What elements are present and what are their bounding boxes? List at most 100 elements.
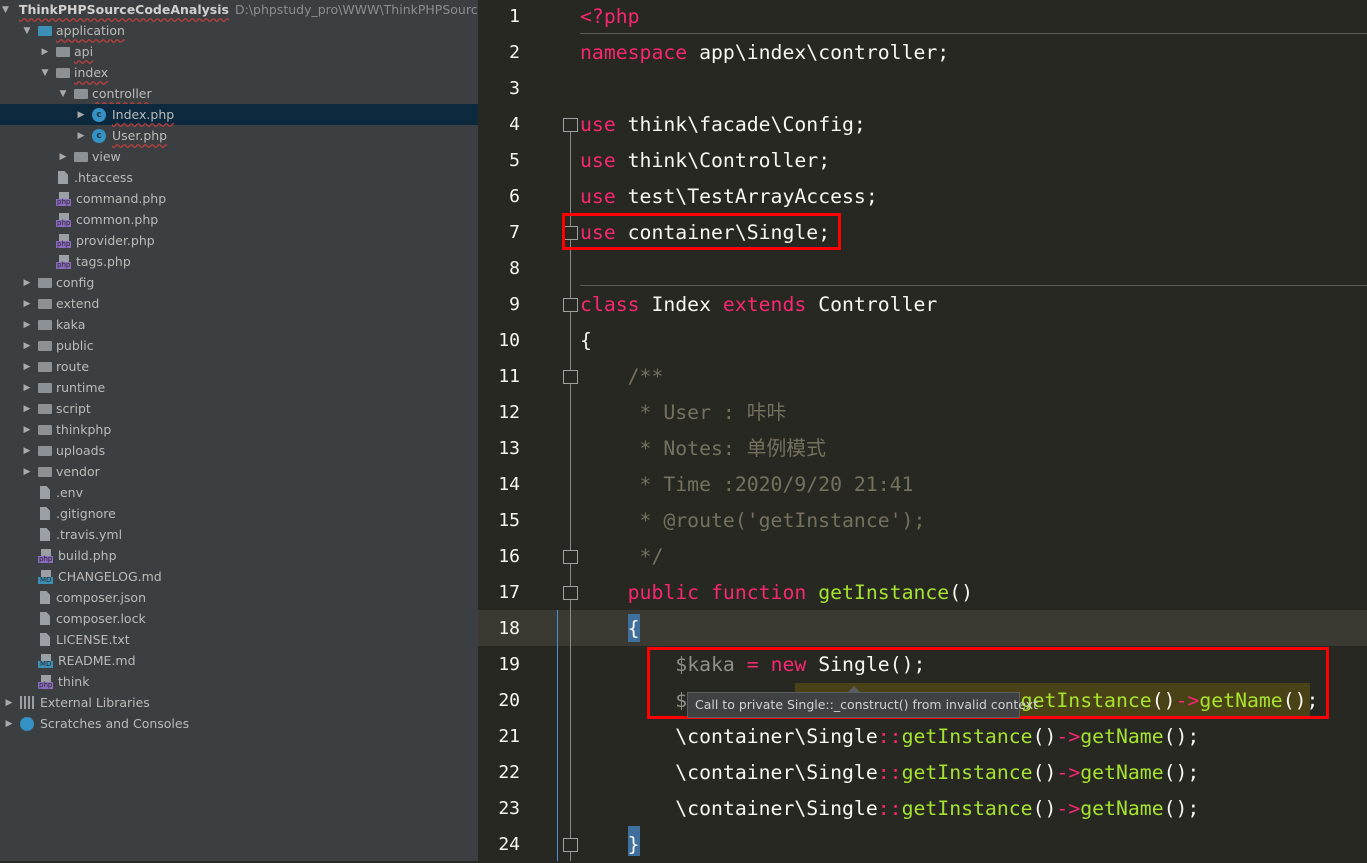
code-token: \container\Single — [580, 761, 878, 784]
tree-item[interactable]: ▶ extend — [0, 293, 478, 314]
expand-arrow-icon[interactable]: ▶ — [76, 110, 86, 120]
tree-item[interactable]: ▶ route — [0, 356, 478, 377]
tree-item[interactable]: ▶ runtime — [0, 377, 478, 398]
code-line[interactable]: { — [580, 611, 640, 647]
tree-item[interactable]: ▶ uploads — [0, 440, 478, 461]
tree-item[interactable]: CHANGELOG.md — [0, 566, 478, 587]
tree-item[interactable]: ▶ thinkphp — [0, 419, 478, 440]
collapse-arrow-icon[interactable]: ▼ — [22, 26, 32, 36]
expand-arrow-icon[interactable]: ▶ — [76, 131, 86, 141]
tree-item[interactable]: .env — [0, 482, 478, 503]
fold-marker-icon[interactable] — [563, 370, 578, 384]
code-line[interactable]: } — [580, 827, 640, 863]
code-line[interactable]: class Index extends Controller — [580, 287, 937, 323]
tree-item[interactable]: ▶ c Index.php — [0, 104, 478, 125]
code-line[interactable]: * @route('getInstance'); — [580, 503, 926, 539]
code-line[interactable]: use test\TestArrayAccess; — [580, 179, 878, 215]
expand-arrow-icon[interactable]: ▶ — [22, 320, 32, 330]
expand-arrow-icon[interactable]: ▶ — [22, 299, 32, 309]
expand-arrow-icon[interactable]: ▶ — [40, 47, 50, 57]
tree-item[interactable]: composer.lock — [0, 608, 478, 629]
expand-arrow-icon[interactable]: ▶ — [22, 446, 32, 456]
line-number: 5 — [509, 150, 520, 171]
folder-icon — [38, 341, 52, 351]
tree-item[interactable]: .travis.yml — [0, 524, 478, 545]
code-line[interactable]: /** — [580, 359, 664, 395]
tree-item-label: CHANGELOG.md — [58, 569, 162, 584]
folder-icon — [56, 68, 70, 78]
tree-item[interactable]: tags.php — [0, 251, 478, 272]
tree-item[interactable]: common.php — [0, 209, 478, 230]
tree-item[interactable]: ▶ kaka — [0, 314, 478, 335]
tree-item[interactable]: think — [0, 671, 478, 692]
code-line[interactable]: public function getInstance() — [580, 575, 973, 611]
line-number: 14 — [498, 474, 520, 495]
code-line[interactable]: <?php — [580, 0, 640, 35]
expand-arrow-icon[interactable]: ▶ — [22, 425, 32, 435]
expand-arrow-icon[interactable]: ▶ — [22, 278, 32, 288]
tree-item-label: route — [56, 359, 90, 374]
collapse-arrow-icon[interactable]: ▼ — [40, 68, 50, 78]
tree-item[interactable]: command.php — [0, 188, 478, 209]
tree-item[interactable]: ▶ api — [0, 41, 478, 62]
yaml-file-icon — [40, 528, 50, 541]
code-token: * @route('getInstance'); — [580, 509, 926, 532]
fold-marker-icon[interactable] — [563, 586, 578, 600]
fold-marker-icon[interactable] — [563, 838, 578, 852]
expand-arrow-icon[interactable]: ▶ — [4, 698, 14, 708]
code-line[interactable]: * User : 咔咔 — [580, 395, 787, 431]
tree-item[interactable]: build.php — [0, 545, 478, 566]
code-line[interactable]: \container\Single::getInstance()->getNam… — [580, 755, 1199, 791]
expand-arrow-icon[interactable]: ▼ — [2, 5, 9, 15]
collapse-arrow-icon[interactable]: ▼ — [58, 89, 68, 99]
expand-arrow-icon[interactable]: ▶ — [22, 404, 32, 414]
expand-arrow-icon[interactable]: ▶ — [22, 467, 32, 477]
expand-arrow-icon[interactable]: ▶ — [4, 719, 14, 729]
code-line[interactable]: use think\Controller; — [580, 143, 830, 179]
php-class-icon: c — [92, 128, 106, 143]
tree-item[interactable]: ▼ index — [0, 62, 478, 83]
expand-arrow-icon[interactable]: ▶ — [22, 362, 32, 372]
json-file-icon — [40, 591, 50, 604]
tree-item[interactable]: ▶ Scratches and Consoles — [0, 713, 478, 734]
tree-item[interactable]: LICENSE.txt — [0, 629, 478, 650]
code-line[interactable]: */ — [580, 539, 664, 575]
fold-marker-icon[interactable] — [563, 118, 578, 132]
tree-item[interactable]: ▶ c User.php — [0, 125, 478, 146]
expand-arrow-icon[interactable]: ▶ — [22, 383, 32, 393]
tree-item-label: application — [56, 23, 125, 38]
expand-arrow-icon[interactable]: ▶ — [22, 341, 32, 351]
tree-item[interactable]: ▶ script — [0, 398, 478, 419]
folder-icon — [56, 47, 70, 57]
code-line[interactable]: * Notes: 单例模式 — [580, 431, 826, 467]
tree-item[interactable]: composer.json — [0, 587, 478, 608]
tree-item[interactable]: ▶ config — [0, 272, 478, 293]
tree-item[interactable]: ▼ controller — [0, 83, 478, 104]
code-token: app\index\controller; — [687, 41, 950, 64]
code-line[interactable]: { — [580, 323, 592, 359]
tree-item[interactable]: ▶ view — [0, 146, 478, 167]
line-number: 8 — [509, 258, 520, 279]
tree-item[interactable]: ▶ public — [0, 335, 478, 356]
expand-arrow-icon[interactable]: ▶ — [58, 152, 68, 162]
line-number: 13 — [498, 438, 520, 459]
tree-item[interactable]: ▶ vendor — [0, 461, 478, 482]
tree-item[interactable]: README.md — [0, 650, 478, 671]
code-token: -> — [1056, 761, 1081, 784]
line-number: 16 — [498, 546, 520, 567]
line-number: 17 — [498, 582, 520, 603]
code-line[interactable]: \container\Single::getInstance()->getNam… — [580, 791, 1199, 827]
tree-root[interactable]: ▼ ThinkPHPSourceCodeAnalysis D:\phpstudy… — [0, 0, 478, 20]
tree-item[interactable]: ▼ application — [0, 20, 478, 41]
tree-item-label: composer.json — [56, 590, 147, 605]
tree-item[interactable]: .gitignore — [0, 503, 478, 524]
code-line[interactable]: use think\facade\Config; — [580, 107, 866, 143]
fold-marker-icon[interactable] — [563, 298, 578, 312]
code-line[interactable]: \container\Single::getInstance()->getNam… — [580, 719, 1199, 755]
tree-item[interactable]: provider.php — [0, 230, 478, 251]
tree-item[interactable]: ▶ External Libraries — [0, 692, 478, 713]
fold-marker-icon[interactable] — [563, 550, 578, 564]
tree-item[interactable]: .htaccess — [0, 167, 478, 188]
code-line[interactable]: * Time :2020/9/20 21:41 — [580, 467, 914, 503]
code-line[interactable]: namespace app\index\controller; — [580, 35, 949, 71]
